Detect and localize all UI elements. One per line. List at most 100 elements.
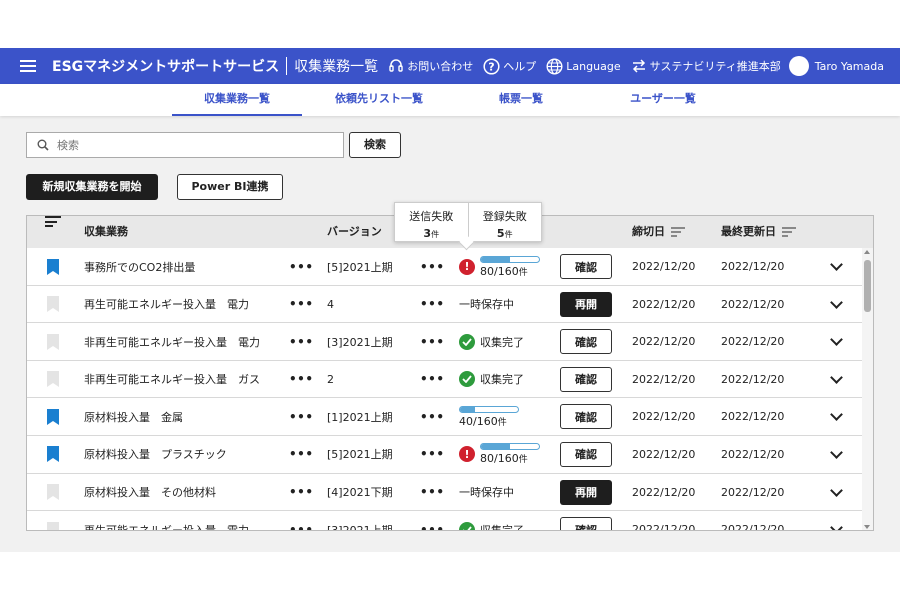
chevron-down-icon[interactable] <box>830 483 843 497</box>
task-name[interactable]: 原材料投入量 その他材料 <box>84 474 216 511</box>
ellipsis-icon[interactable]: ••• <box>420 323 445 360</box>
avatar[interactable] <box>788 56 809 76</box>
bookmark-cell[interactable] <box>47 248 59 285</box>
chevron-down-icon[interactable] <box>830 295 843 309</box>
sort-icon[interactable] <box>671 227 685 237</box>
scroll-down-icon[interactable] <box>864 525 870 529</box>
ellipsis-icon[interactable]: ••• <box>420 436 445 473</box>
vertical-scrollbar[interactable] <box>862 248 873 530</box>
search-box[interactable] <box>26 132 344 158</box>
app-title[interactable]: ESGマネジメントサポートサービス <box>52 56 279 76</box>
confirm-button[interactable]: 確認 <box>560 517 612 530</box>
ellipsis-icon[interactable]: ••• <box>420 511 445 530</box>
resume-button[interactable]: 再開 <box>560 291 612 317</box>
table-row[interactable]: 原材料投入量 プラスチック ••• [5]2021上期 •••! 80/160件 確認 20… <box>27 436 863 474</box>
error-icon[interactable]: ! <box>459 258 475 275</box>
confirm-button[interactable]: 確認 <box>560 404 612 430</box>
chevron-down-icon[interactable] <box>830 408 843 422</box>
language-selector[interactable]: Language <box>546 57 621 75</box>
search-input[interactable] <box>57 138 337 152</box>
table-row[interactable]: 再生可能エネルギー投入量 電力 ••• 4 ••• 一時保存中 再開 2022/12/20 2… <box>27 286 863 324</box>
chevron-down-icon[interactable] <box>830 521 843 530</box>
bookmark-cell[interactable] <box>47 474 59 511</box>
ellipsis-icon[interactable]: ••• <box>289 436 314 473</box>
ellipsis-icon[interactable]: ••• <box>420 398 445 435</box>
bookmark-cell[interactable] <box>47 361 59 398</box>
tab-users[interactable]: ユーザー一覧 <box>598 84 728 116</box>
ellipsis-icon[interactable]: ••• <box>289 361 314 398</box>
chevron-down-icon[interactable] <box>830 333 843 347</box>
task-name[interactable]: 再生可能エネルギー投入量 電力 <box>84 511 249 530</box>
ellipsis-icon[interactable]: ••• <box>420 286 445 323</box>
task-name[interactable]: 原材料投入量 プラスチック <box>84 436 227 473</box>
expand-button[interactable] <box>830 323 843 360</box>
expand-button[interactable] <box>830 474 843 511</box>
confirm-button[interactable]: 確認 <box>560 366 612 392</box>
bookmark-cell[interactable] <box>47 286 59 323</box>
ellipsis-icon[interactable]: ••• <box>420 248 445 285</box>
search-button[interactable]: 検索 <box>349 132 401 158</box>
expand-button[interactable] <box>830 248 843 285</box>
ellipsis-icon[interactable]: ••• <box>289 248 314 285</box>
table-row[interactable]: 再生可能エネルギー投入量 電力 ••• [3]2021上期 ••• 収集完了 確認 2022… <box>27 511 863 531</box>
bookmark-icon[interactable] <box>47 296 59 313</box>
expand-button[interactable] <box>830 398 843 435</box>
header-deadline[interactable]: 締切日 <box>632 216 685 248</box>
table-row[interactable]: 原材料投入量 金属 ••• [1]2021上期 ••• 40/160件 確認 2022/12… <box>27 398 863 436</box>
ellipsis-icon[interactable]: ••• <box>289 511 314 530</box>
tab-tasks[interactable]: 収集業務一覧 <box>172 84 302 116</box>
task-name[interactable]: 再生可能エネルギー投入量 電力 <box>84 286 249 323</box>
help-link[interactable]: ? ヘルプ <box>483 57 536 75</box>
bookmark-icon[interactable] <box>47 484 59 501</box>
bookmark-icon[interactable] <box>47 521 59 531</box>
bookmark-icon[interactable] <box>47 371 59 388</box>
table-row[interactable]: 非再生可能エネルギー投入量 電力 ••• [3]2021上期 ••• 収集完了 確認 202… <box>27 323 863 361</box>
powerbi-button[interactable]: Power BI連携 <box>177 174 283 200</box>
bookmark-cell[interactable] <box>47 511 59 531</box>
task-name[interactable]: 非再生可能エネルギー投入量 ガス <box>84 361 260 398</box>
bookmark-cell[interactable] <box>47 436 59 473</box>
bookmark-icon[interactable] <box>47 446 59 463</box>
new-task-button[interactable]: 新規収集業務を開始 <box>26 174 158 200</box>
ellipsis-icon[interactable]: ••• <box>289 474 314 511</box>
task-name[interactable]: 原材料投入量 金属 <box>84 398 183 435</box>
table-row[interactable]: 原材料投入量 その他材料 ••• [4]2021下期 ••• 一時保存中 再開 2022/1… <box>27 474 863 512</box>
bookmark-icon[interactable] <box>47 258 59 275</box>
confirm-button[interactable]: 確認 <box>560 329 612 355</box>
contact-link[interactable]: お問い合わせ <box>388 58 473 74</box>
chevron-down-icon[interactable] <box>830 370 843 384</box>
expand-button[interactable] <box>830 361 843 398</box>
bookmark-cell[interactable] <box>47 398 59 435</box>
resume-button[interactable]: 再開 <box>560 479 612 505</box>
scroll-up-icon[interactable] <box>864 250 870 254</box>
ellipsis-icon[interactable]: ••• <box>289 286 314 323</box>
chevron-down-icon[interactable] <box>830 258 843 271</box>
tab-requestees[interactable]: 依頼先リスト一覧 <box>314 84 444 116</box>
error-icon[interactable]: ! <box>459 446 475 463</box>
expand-button[interactable] <box>830 286 843 323</box>
expand-button[interactable] <box>830 436 843 473</box>
task-name[interactable]: 事務所でのCO2排出量 <box>84 248 195 285</box>
bookmark-icon[interactable] <box>47 408 59 425</box>
header-updated[interactable]: 最終更新日 <box>721 216 796 248</box>
org-switcher[interactable]: サステナビリティ推進本部 <box>631 58 781 74</box>
bookmark-cell[interactable] <box>47 323 59 360</box>
ellipsis-icon[interactable]: ••• <box>420 361 445 398</box>
hamburger-icon[interactable] <box>20 60 36 72</box>
scroll-thumb[interactable] <box>864 260 871 312</box>
table-row[interactable]: 事務所でのCO2排出量 ••• [5]2021上期 •••! 80/160件 確認 2022… <box>27 248 863 286</box>
column-menu-icon[interactable] <box>45 216 61 227</box>
ellipsis-icon[interactable]: ••• <box>289 398 314 435</box>
sort-icon[interactable] <box>782 227 796 237</box>
expand-button[interactable] <box>830 511 843 530</box>
bookmark-icon[interactable] <box>47 333 59 350</box>
tab-forms[interactable]: 帳票一覧 <box>456 84 586 116</box>
chevron-down-icon[interactable] <box>830 446 843 459</box>
table-row[interactable]: 非再生可能エネルギー投入量 ガス ••• 2 ••• 収集完了 確認 2022/12/20 2… <box>27 361 863 399</box>
confirm-button[interactable]: 確認 <box>560 441 612 467</box>
ellipsis-icon[interactable]: ••• <box>289 323 314 360</box>
confirm-button[interactable]: 確認 <box>560 254 612 279</box>
task-name[interactable]: 非再生可能エネルギー投入量 電力 <box>84 323 260 360</box>
user-name[interactable]: Taro Yamada <box>815 60 884 73</box>
ellipsis-icon[interactable]: ••• <box>420 474 445 511</box>
